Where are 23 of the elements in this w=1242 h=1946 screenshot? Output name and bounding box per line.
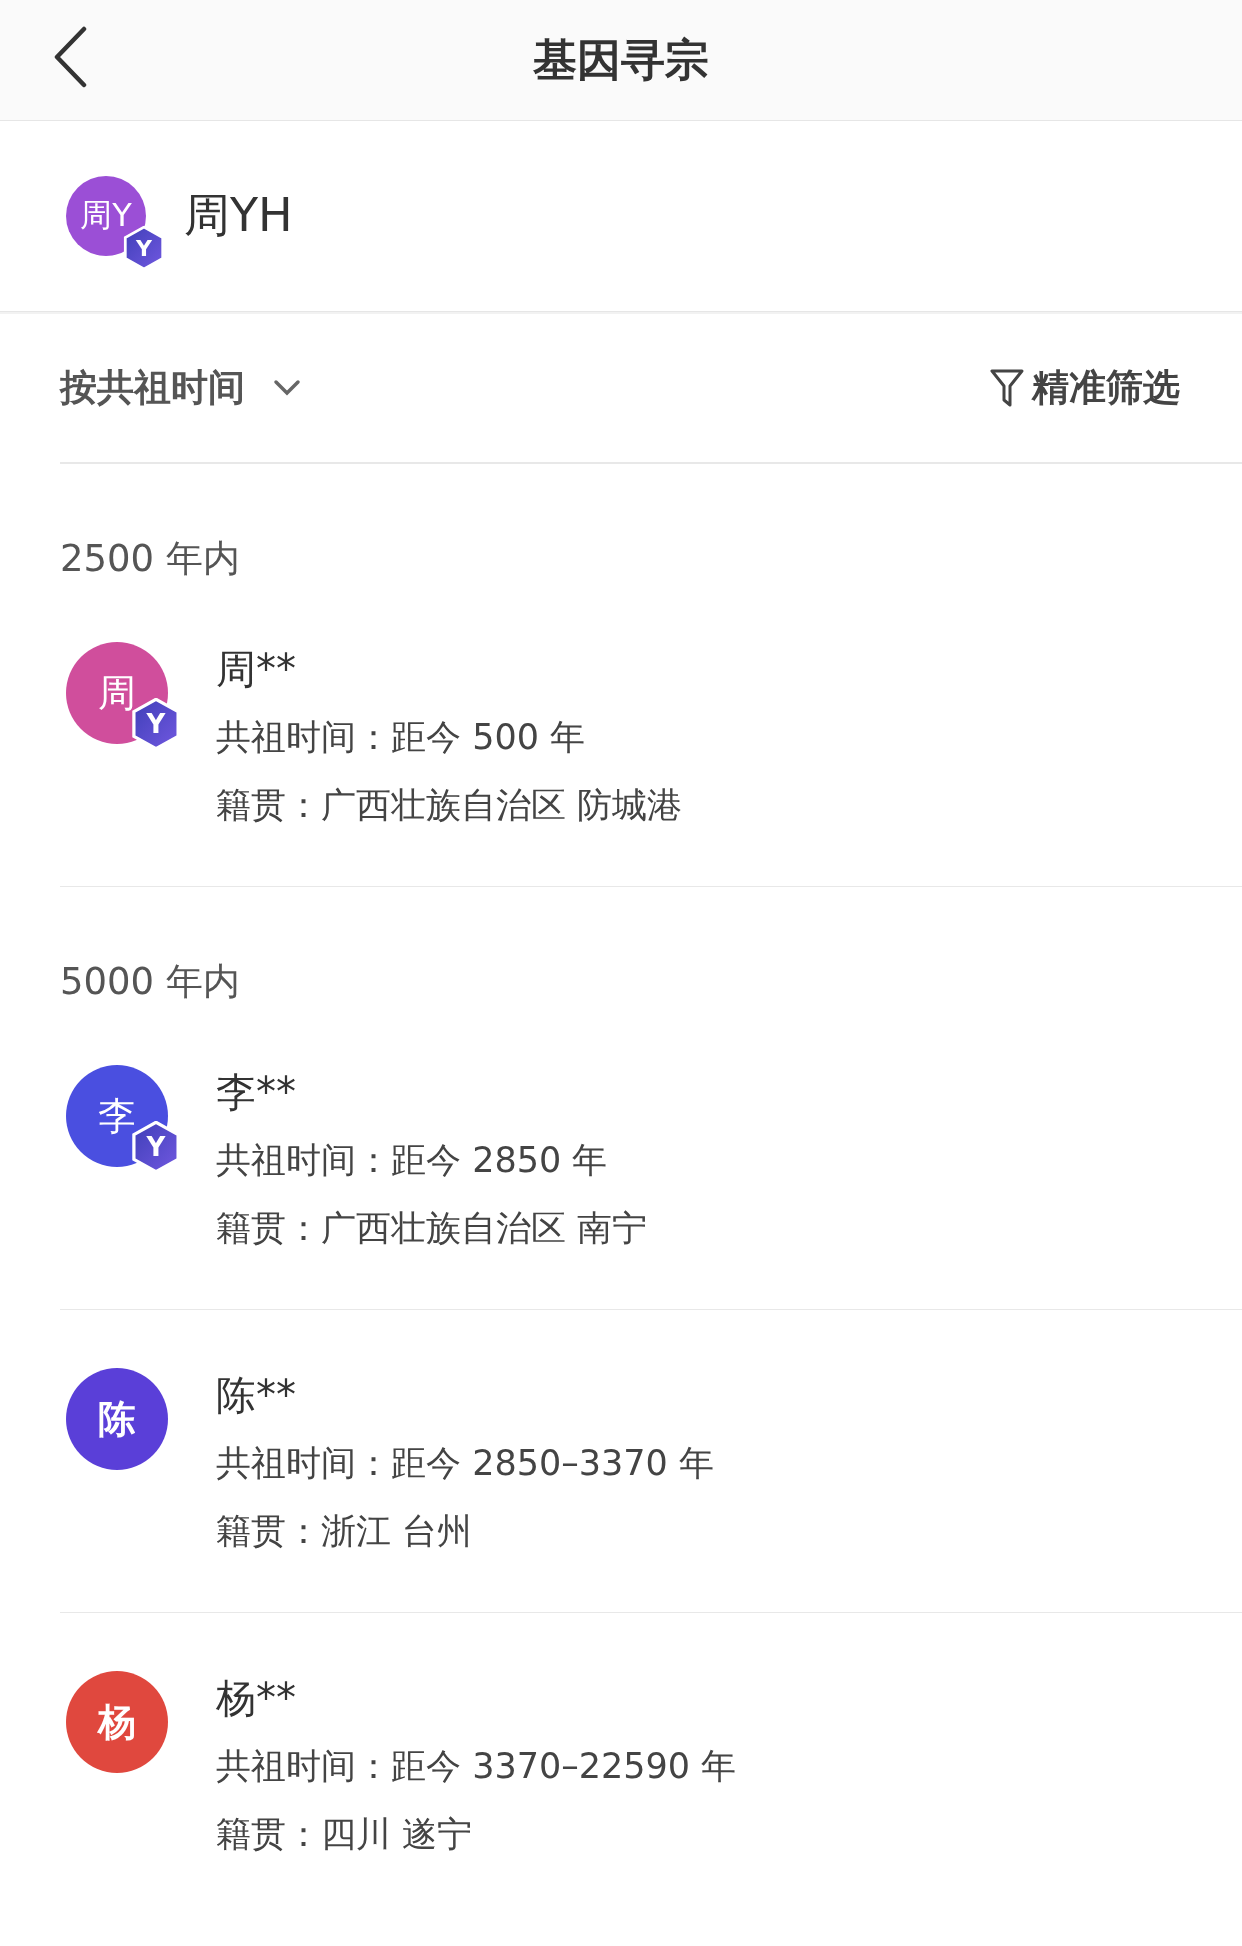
section-heading: 2500 年内	[60, 536, 241, 582]
filter-icon	[990, 368, 1024, 408]
common-ancestor-time: 共祖时间：距今 2850 年	[216, 1139, 609, 1182]
section-heading: 5000 年内	[60, 959, 241, 1005]
common-ancestor-time: 共祖时间：距今 500 年	[216, 716, 587, 759]
user-name: 周YH	[184, 187, 293, 244]
filter-button[interactable]: 精准筛选	[990, 363, 1180, 413]
match-name: 周**	[216, 645, 297, 694]
avatar: 陈	[66, 1368, 168, 1470]
common-ancestor-time: 共祖时间：距今 2850–3370 年	[216, 1442, 714, 1485]
common-ancestor-time: 共祖时间：距今 3370–22590 年	[216, 1745, 737, 1788]
match-name: 李**	[216, 1068, 297, 1117]
back-icon	[52, 26, 88, 88]
chevron-down-icon	[273, 379, 301, 397]
avatar: 杨	[66, 1671, 168, 1773]
page-title: 基因寻宗	[533, 32, 709, 87]
sort-dropdown[interactable]: 按共祖时间	[60, 363, 301, 413]
match-name: 陈**	[216, 1371, 297, 1420]
origin-text: 籍贯：广西壮族自治区 南宁	[216, 1207, 648, 1250]
origin-text: 籍贯：四川 遂宁	[216, 1813, 474, 1856]
origin-text: 籍贯：浙江 台州	[216, 1510, 474, 1553]
origin-text: 籍贯：广西壮族自治区 防城港	[216, 784, 683, 827]
match-name: 杨**	[216, 1674, 297, 1723]
